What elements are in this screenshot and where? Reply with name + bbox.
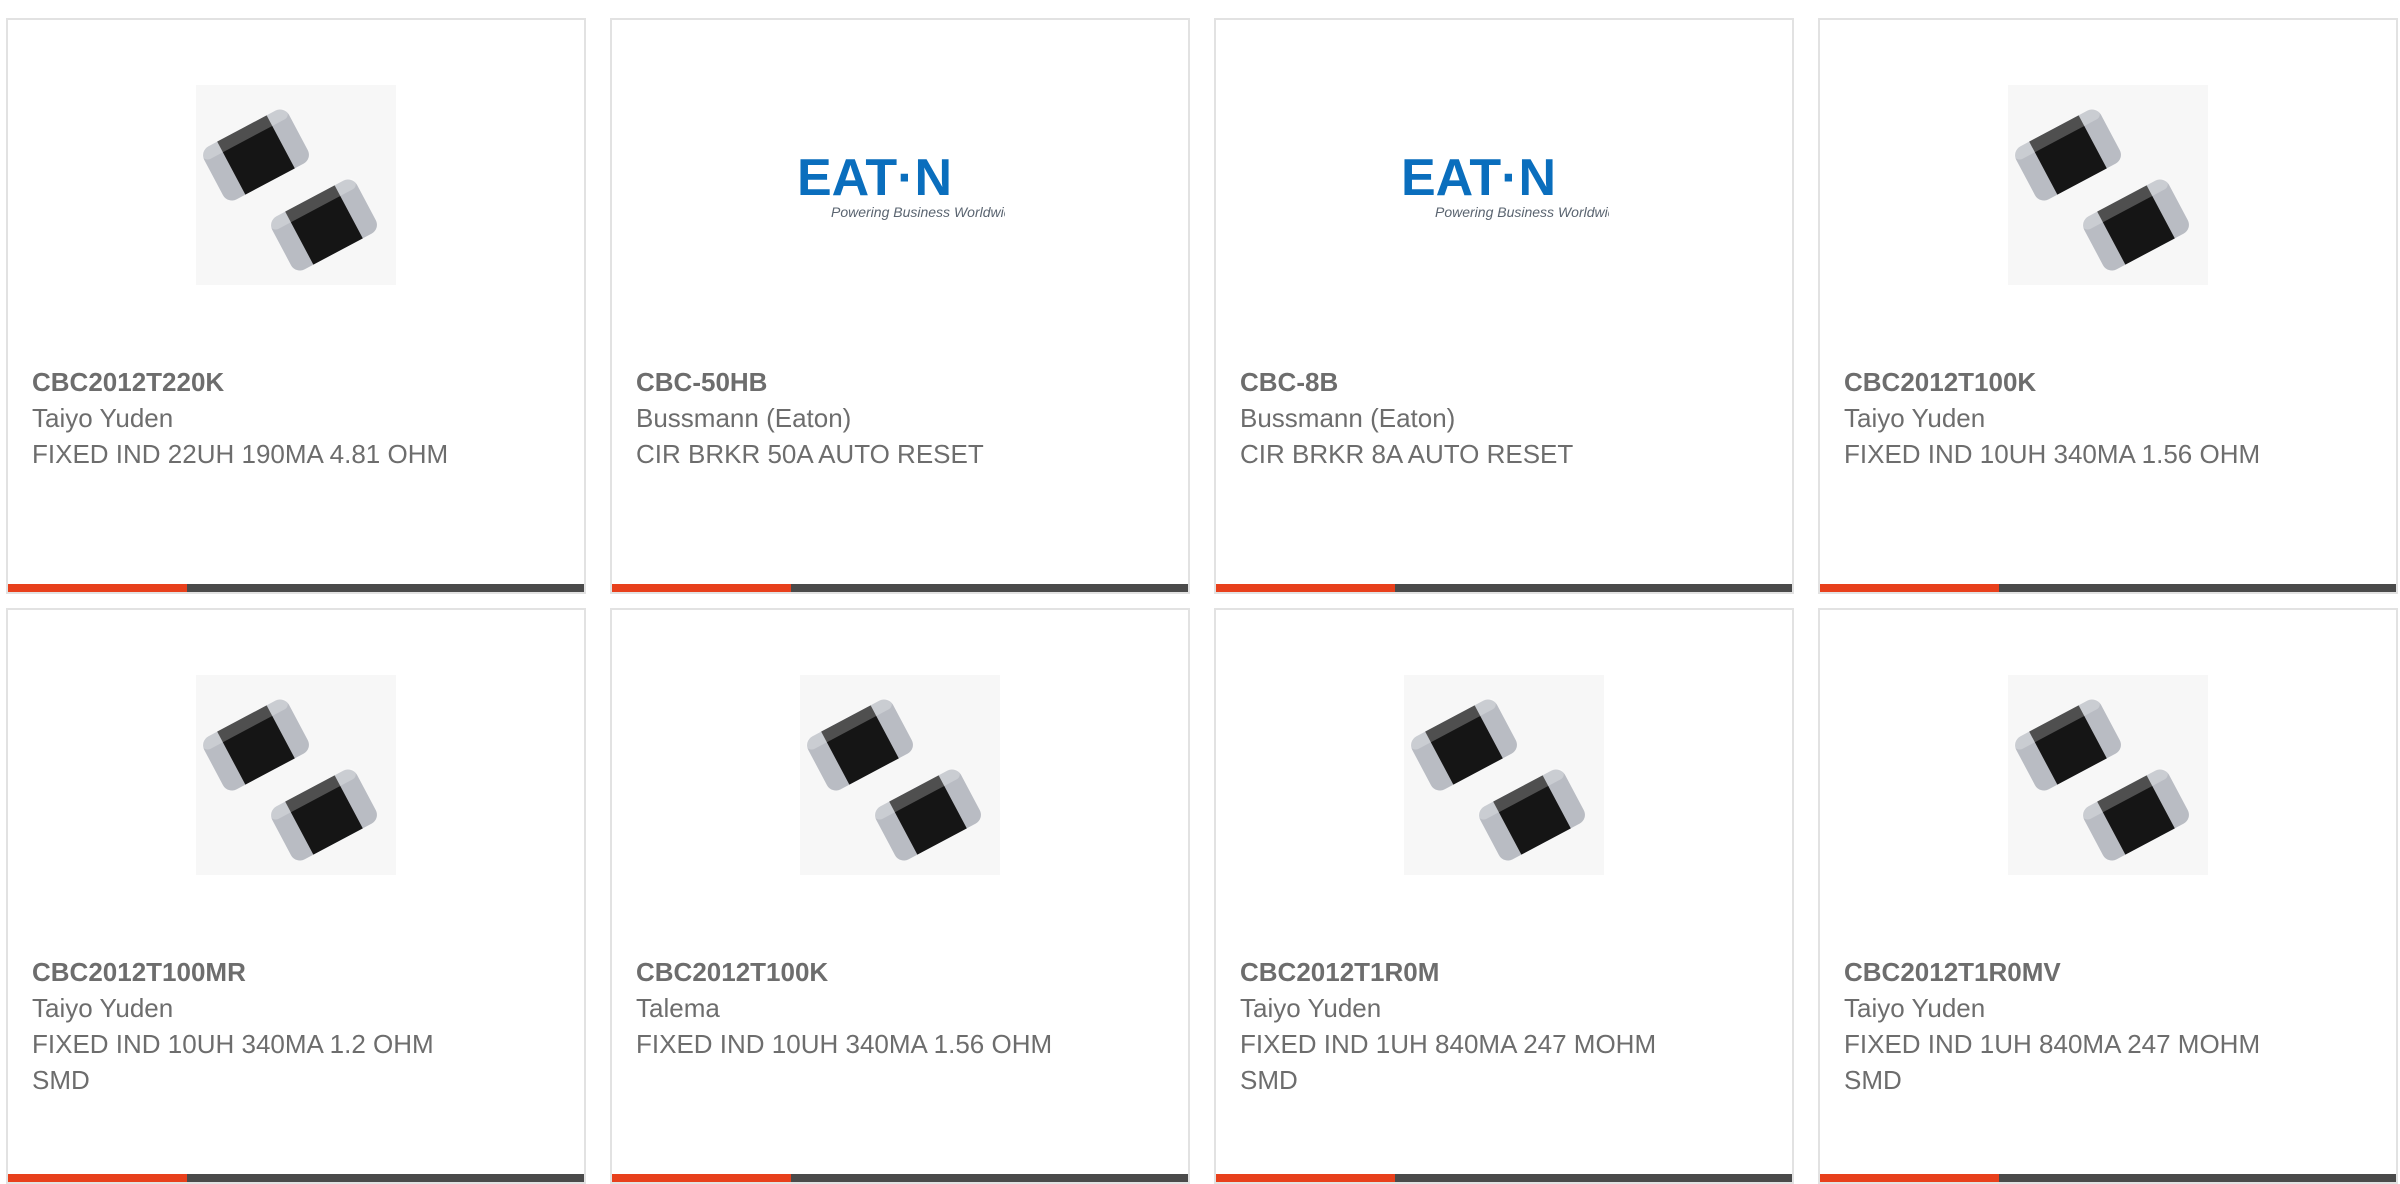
part-number[interactable]: CBC2012T1R0M	[1240, 954, 1768, 990]
manufacturer: Taiyo Yuden	[1240, 993, 1382, 1023]
progress-bar	[1216, 584, 1792, 592]
progress-fill	[8, 584, 187, 592]
smd-inductor-pair-icon	[1404, 675, 1604, 875]
smd-inductor-pair-icon	[800, 675, 1000, 875]
progress-fill	[612, 1174, 791, 1182]
progress-fill	[612, 584, 791, 592]
svg-text:Powering Business Worldwide: Powering Business Worldwide	[1435, 204, 1609, 220]
manufacturer: Bussmann (Eaton)	[636, 403, 852, 433]
progress-fill	[1820, 584, 1999, 592]
smd-inductor-pair-icon	[2008, 85, 2208, 285]
progress-bar	[1820, 1174, 2396, 1182]
description: FIXED IND 22UH 190MA 4.81 OHM	[32, 439, 449, 469]
product-image[interactable]	[1820, 610, 2396, 940]
product-card[interactable]: EAT·N Powering Business Worldwide CBC-50…	[610, 18, 1190, 594]
part-number[interactable]: CBC2012T220K	[32, 364, 560, 400]
progress-fill	[8, 1174, 187, 1182]
product-card[interactable]: EAT·N Powering Business Worldwide CBC-8B…	[1214, 18, 1794, 594]
part-number[interactable]: CBC-8B	[1240, 364, 1768, 400]
progress-bar	[612, 1174, 1188, 1182]
product-card[interactable]: CBC2012T100K Taiyo Yuden FIXED IND 10UH …	[1818, 18, 2398, 594]
part-number[interactable]: CBC2012T100MR	[32, 954, 560, 990]
description: CIR BRKR 50A AUTO RESET	[636, 439, 984, 469]
description: FIXED IND 1UH 840MA 247 MOHM SMD	[1844, 1029, 2261, 1095]
part-number[interactable]: CBC-50HB	[636, 364, 1164, 400]
progress-bar	[1820, 584, 2396, 592]
product-card[interactable]: CBC2012T220K Taiyo Yuden FIXED IND 22UH …	[6, 18, 586, 594]
product-card[interactable]: CBC2012T100MR Taiyo Yuden FIXED IND 10UH…	[6, 608, 586, 1184]
eaton-logo-icon: EAT·N Powering Business Worldwide	[797, 149, 1005, 220]
product-image[interactable]: EAT·N Powering Business Worldwide	[612, 20, 1188, 350]
svg-text:EAT·N: EAT·N	[797, 149, 952, 207]
svg-text:EAT·N: EAT·N	[1401, 149, 1556, 207]
product-image[interactable]	[612, 610, 1188, 940]
manufacturer: Taiyo Yuden	[32, 403, 174, 433]
description: FIXED IND 10UH 340MA 1.56 OHM	[636, 1029, 1053, 1059]
description: FIXED IND 10UH 340MA 1.56 OHM	[1844, 439, 2261, 469]
product-image[interactable]	[1216, 610, 1792, 940]
product-image[interactable]	[8, 20, 584, 350]
product-image[interactable]	[1820, 20, 2396, 350]
manufacturer: Bussmann (Eaton)	[1240, 403, 1456, 433]
part-number[interactable]: CBC2012T100K	[1844, 364, 2372, 400]
product-card[interactable]: CBC2012T100K Talema FIXED IND 10UH 340MA…	[610, 608, 1190, 1184]
progress-bar	[8, 1174, 584, 1182]
description: FIXED IND 10UH 340MA 1.2 OHM SMD	[32, 1029, 434, 1095]
progress-fill	[1216, 584, 1395, 592]
eaton-logo-icon: EAT·N Powering Business Worldwide	[1401, 149, 1609, 220]
progress-bar	[612, 584, 1188, 592]
smd-inductor-pair-icon	[2008, 675, 2208, 875]
smd-inductor-pair-icon	[196, 85, 396, 285]
description: CIR BRKR 8A AUTO RESET	[1240, 439, 1574, 469]
manufacturer: Taiyo Yuden	[32, 993, 174, 1023]
description: FIXED IND 1UH 840MA 247 MOHM SMD	[1240, 1029, 1657, 1095]
part-number[interactable]: CBC2012T100K	[636, 954, 1164, 990]
product-image[interactable]	[8, 610, 584, 940]
product-card[interactable]: CBC2012T1R0M Taiyo Yuden FIXED IND 1UH 8…	[1214, 608, 1794, 1184]
progress-bar	[8, 584, 584, 592]
part-number[interactable]: CBC2012T1R0MV	[1844, 954, 2372, 990]
product-card[interactable]: CBC2012T1R0MV Taiyo Yuden FIXED IND 1UH …	[1818, 608, 2398, 1184]
progress-bar	[1216, 1174, 1792, 1182]
svg-text:Powering Business Worldwide: Powering Business Worldwide	[831, 204, 1005, 220]
product-grid: CBC2012T220K Taiyo Yuden FIXED IND 22UH …	[0, 0, 2400, 1184]
progress-fill	[1820, 1174, 1999, 1182]
manufacturer: Talema	[636, 993, 720, 1023]
progress-fill	[1216, 1174, 1395, 1182]
product-image[interactable]: EAT·N Powering Business Worldwide	[1216, 20, 1792, 350]
manufacturer: Taiyo Yuden	[1844, 403, 1986, 433]
manufacturer: Taiyo Yuden	[1844, 993, 1986, 1023]
smd-inductor-pair-icon	[196, 675, 396, 875]
